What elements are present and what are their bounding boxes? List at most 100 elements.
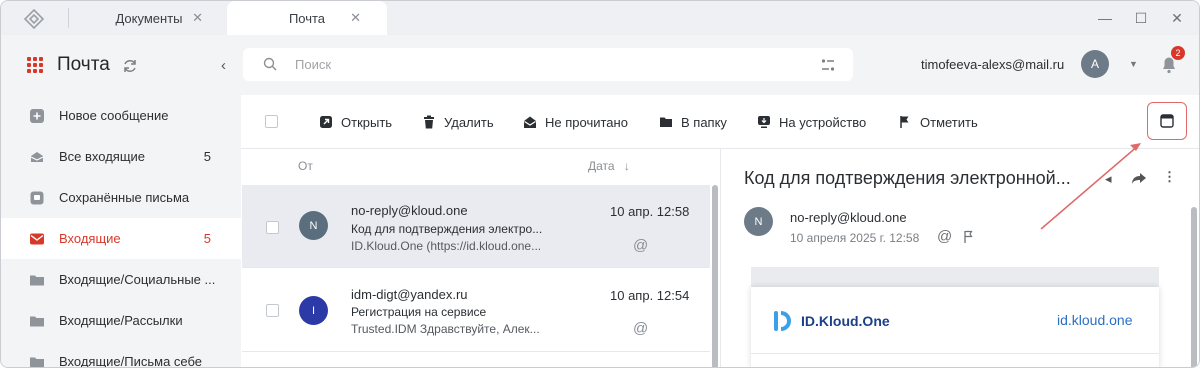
avatar: I: [299, 296, 328, 325]
brand-logo-icon: [774, 311, 791, 331]
message-title: Код для подтверждения электронной...: [744, 168, 1071, 188]
sidebar-item-label: Входящие/Рассылки: [59, 313, 183, 328]
mail-icon: [30, 233, 44, 245]
mark-unread-label: Не прочитано: [545, 114, 628, 130]
sidebar-item-social[interactable]: Входящие/Социальные ...: [1, 259, 241, 300]
email-body-header-band: [751, 267, 1159, 287]
app-window: Документы ✕ Почта ✕ — ☐ ✕ Почта ‹ Новое …: [0, 0, 1200, 368]
at-sign-icon: @: [633, 237, 649, 254]
at-sign-icon: @: [937, 228, 953, 245]
reply-icon[interactable]: ◂: [1105, 171, 1112, 187]
tab-label: Почта: [288, 10, 326, 26]
sidebar-item-newsletters[interactable]: Входящие/Рассылки: [1, 300, 241, 341]
save-icon: [30, 191, 44, 205]
tab-mail[interactable]: Почта ✕: [227, 1, 387, 35]
maximize-button[interactable]: ☐: [1123, 1, 1159, 35]
trash-icon: [424, 115, 434, 129]
sidebar-item-inbox[interactable]: Входящие 5: [1, 218, 241, 259]
column-header-from[interactable]: От: [298, 159, 313, 173]
row-divider: [242, 351, 710, 352]
close-tab-icon[interactable]: ✕: [350, 10, 361, 26]
refresh-icon[interactable]: [122, 58, 138, 74]
row-checkbox[interactable]: [266, 221, 279, 234]
open-label: Открыть: [341, 114, 393, 130]
apps-grid-icon[interactable]: [27, 57, 43, 73]
sender: idm-digt@yandex.ru: [351, 287, 468, 302]
window-layout-icon: [1160, 114, 1174, 128]
flag-icon[interactable]: [963, 230, 975, 244]
tab-documents[interactable]: Документы ✕: [69, 1, 229, 35]
more-options-icon[interactable]: ⋮: [1163, 169, 1176, 185]
avatar: N: [299, 211, 328, 240]
sidebar-item-label: Входящие/Письма себе: [59, 354, 203, 368]
app-logo-icon: [23, 8, 45, 30]
flag-label: Отметить: [920, 114, 978, 130]
delete-button[interactable]: Удалить: [422, 114, 494, 130]
sidebar-item-label: Новое сообщение: [59, 108, 169, 123]
chevron-down-icon[interactable]: ▼: [1129, 59, 1138, 69]
folder-icon: [30, 275, 44, 286]
toggle-reading-pane-button[interactable]: [1147, 102, 1187, 140]
tab-label: Документы: [115, 10, 183, 26]
sender: no-reply@kloud.one: [790, 210, 907, 225]
sort-arrow-icon: ↓: [623, 159, 630, 173]
search-icon: [263, 57, 277, 71]
folder-icon: [30, 357, 44, 367]
date: 10 апр. 12:58: [610, 204, 690, 219]
avatar[interactable]: A: [1081, 50, 1109, 78]
folder-icon: [30, 316, 44, 327]
preview: ID.Kloud.One (https://id.kloud.one...: [351, 239, 542, 253]
list-scrollbar[interactable]: [712, 185, 718, 367]
date-header-label: Дата: [588, 159, 615, 173]
envelope-open-icon: [524, 116, 536, 128]
row-checkbox[interactable]: [266, 304, 279, 317]
subject: Регистрация на сервисе: [351, 305, 487, 319]
subject: Код для подтверждения электро...: [351, 222, 543, 236]
sidebar-item-label: Все входящие: [59, 149, 146, 164]
card-divider: [751, 353, 1159, 354]
column-header-date[interactable]: Дата ↓: [588, 159, 630, 173]
brand-name: ID.Kloud.One: [801, 313, 890, 329]
search-input[interactable]: Поиск: [243, 48, 853, 81]
inbox-stack-icon: [30, 152, 44, 162]
close-tab-icon[interactable]: ✕: [192, 10, 203, 26]
open-button[interactable]: Открыть: [319, 114, 392, 130]
move-to-folder-label: В папку: [681, 114, 727, 130]
account-email: timofeeva-alexs@mail.ru: [921, 57, 1065, 72]
move-to-folder-button[interactable]: В папку: [659, 114, 727, 130]
new-message-button[interactable]: Новое сообщение: [1, 95, 241, 136]
brand-link[interactable]: id.kloud.one: [1057, 312, 1133, 328]
at-sign-icon: @: [633, 320, 649, 337]
sidebar-item-all-inbox[interactable]: Все входящие 5: [1, 136, 241, 177]
delete-label: Удалить: [444, 114, 494, 130]
select-all-checkbox[interactable]: [265, 115, 278, 128]
plus-icon: [30, 109, 44, 123]
app-title: Почта: [57, 54, 110, 75]
sidebar-item-label: Входящие: [59, 231, 121, 246]
download-device-icon: [758, 116, 770, 128]
preview: Trusted.IDM Здравствуйте, Алек...: [351, 322, 540, 336]
sidebar-item-saved[interactable]: Сохранённые письма: [1, 177, 241, 218]
filter-icon[interactable]: [821, 58, 835, 72]
minimize-button[interactable]: —: [1087, 1, 1123, 35]
sidebar-item-notes-to-self[interactable]: Входящие/Письма себе: [1, 341, 241, 368]
reader-scrollbar[interactable]: [1191, 207, 1197, 367]
message-date: 10 апреля 2025 г. 12:58: [790, 231, 920, 245]
forward-icon[interactable]: [1131, 171, 1147, 185]
sidebar-item-label: Сохранённые письма: [59, 190, 190, 205]
tab-bar: Документы ✕ Почта ✕ — ☐ ✕: [1, 1, 1199, 35]
unread-count: 5: [203, 231, 211, 246]
notification-badge: 2: [1171, 46, 1185, 60]
unread-count: 5: [203, 149, 211, 164]
collapse-sidebar-icon[interactable]: ‹: [221, 57, 226, 74]
close-window-button[interactable]: ✕: [1159, 1, 1195, 35]
flag-button[interactable]: Отметить: [898, 114, 978, 130]
mark-unread-button[interactable]: Не прочитано: [523, 114, 628, 130]
save-to-device-button[interactable]: На устройство: [757, 114, 866, 130]
open-external-icon: [320, 116, 332, 128]
date: 10 апр. 12:54: [610, 288, 690, 303]
sidebar-item-label: Входящие/Социальные ...: [59, 272, 216, 287]
save-to-device-label: На устройство: [779, 114, 867, 130]
sender-brand: ID.Kloud.One: [773, 309, 890, 333]
search-placeholder: Поиск: [295, 57, 332, 72]
